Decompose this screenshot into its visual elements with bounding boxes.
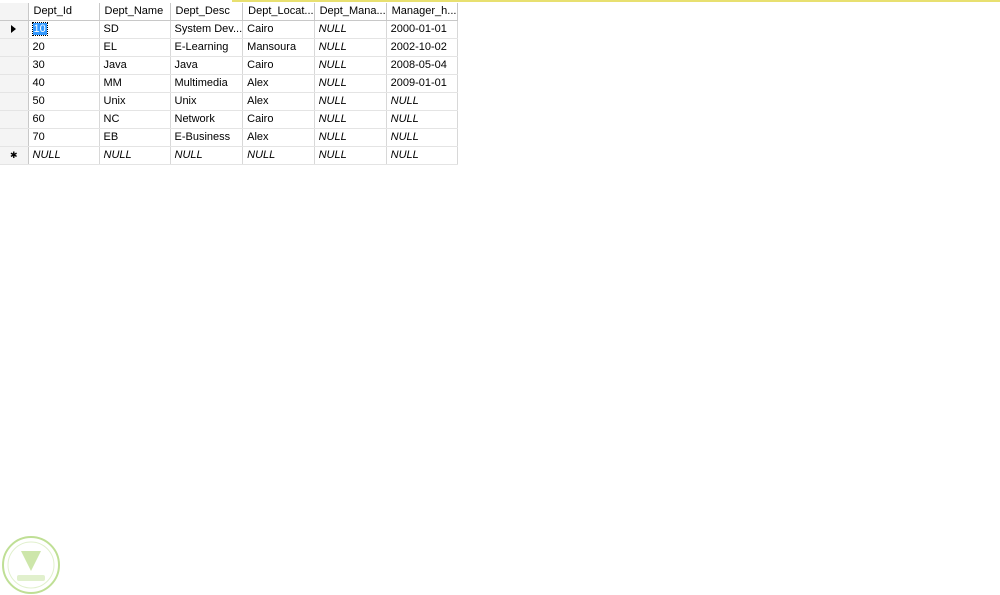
column-header-dept-id[interactable]: Dept_Id (28, 3, 100, 21)
cell[interactable]: EL (99, 38, 171, 57)
cell[interactable]: Alex (242, 128, 315, 147)
row-header[interactable]: ✱ (0, 146, 29, 165)
cell[interactable]: 50 (28, 92, 100, 111)
table-row[interactable]: 30 Java Java Cairo NULL 2008-05-04 (0, 56, 458, 75)
cell[interactable]: 20 (28, 38, 100, 57)
column-header-dept-manager[interactable]: Dept_Mana... (314, 3, 387, 21)
table-row[interactable]: 60 NC Network Cairo NULL NULL (0, 110, 458, 129)
row-header[interactable] (0, 74, 29, 93)
table-row[interactable]: 10 SD System Dev... Cairo NULL 2000-01-0… (0, 20, 458, 39)
cell[interactable]: NULL (314, 20, 387, 39)
results-grid[interactable]: Dept_Id Dept_Name Dept_Desc Dept_Locat..… (0, 3, 458, 165)
cell[interactable]: NULL (314, 38, 387, 57)
table-row[interactable]: 20 EL E-Learning Mansoura NULL 2002-10-0… (0, 38, 458, 57)
cell[interactable]: Network (170, 110, 244, 129)
cell[interactable]: SD (99, 20, 171, 39)
cell[interactable]: NULL (99, 146, 171, 165)
watermark-logo-icon (2, 536, 60, 594)
table-row[interactable]: 70 EB E-Business Alex NULL NULL (0, 128, 458, 147)
asterisk-icon: ✱ (9, 150, 18, 160)
cell[interactable]: Unix (99, 92, 171, 111)
cell[interactable]: Mansoura (242, 38, 315, 57)
cell[interactable]: NULL (314, 128, 387, 147)
row-header[interactable] (0, 110, 29, 129)
cell[interactable]: NULL (314, 92, 387, 111)
cell[interactable]: 30 (28, 56, 100, 75)
row-header[interactable] (0, 20, 29, 39)
cell[interactable]: NULL (386, 146, 458, 165)
table-row[interactable]: 50 Unix Unix Alex NULL NULL (0, 92, 458, 111)
cell[interactable]: NULL (314, 146, 387, 165)
table-row[interactable]: 40 MM Multimedia Alex NULL 2009-01-01 (0, 74, 458, 93)
header-row: Dept_Id Dept_Name Dept_Desc Dept_Locat..… (0, 3, 458, 21)
cell[interactable]: NULL (386, 128, 458, 147)
cell[interactable]: Java (170, 56, 244, 75)
top-accent-bar (232, 0, 1000, 2)
cell[interactable]: NULL (28, 146, 100, 165)
cell[interactable]: NULL (170, 146, 244, 165)
cell[interactable]: 2009-01-01 (386, 74, 458, 93)
cell[interactable]: E-Learning (170, 38, 244, 57)
new-row[interactable]: ✱ NULL NULL NULL NULL NULL NULL (0, 146, 458, 165)
row-header[interactable] (0, 128, 29, 147)
cell[interactable]: NULL (314, 110, 387, 129)
cell[interactable]: Java (99, 56, 171, 75)
cell[interactable]: Cairo (242, 20, 315, 39)
cell[interactable]: Unix (170, 92, 244, 111)
cell[interactable]: NULL (314, 56, 387, 75)
cell[interactable]: 60 (28, 110, 100, 129)
cell[interactable]: Multimedia (170, 74, 244, 93)
cell[interactable]: Alex (242, 92, 315, 111)
cell[interactable]: 70 (28, 128, 100, 147)
cell[interactable]: NULL (314, 74, 387, 93)
column-header-dept-name[interactable]: Dept_Name (99, 3, 171, 21)
column-header-manager-hiredate[interactable]: Manager_h... (386, 3, 458, 21)
triangle-right-icon (11, 25, 17, 34)
cell[interactable]: 2008-05-04 (386, 56, 458, 75)
row-header[interactable] (0, 38, 29, 57)
corner-cell[interactable] (0, 3, 29, 21)
cell[interactable]: EB (99, 128, 171, 147)
cell[interactable]: System Dev... (170, 20, 244, 39)
cell[interactable]: Cairo (242, 56, 315, 75)
cell[interactable]: NULL (386, 110, 458, 129)
cell[interactable]: 2000-01-01 (386, 20, 458, 39)
cell[interactable]: NULL (242, 146, 315, 165)
row-header[interactable] (0, 56, 29, 75)
cell[interactable]: Alex (242, 74, 315, 93)
cell[interactable]: E-Business (170, 128, 244, 147)
cell[interactable]: 10 (28, 20, 100, 39)
column-header-dept-desc[interactable]: Dept_Desc (170, 3, 244, 21)
row-header[interactable] (0, 92, 29, 111)
selected-cell-text[interactable]: 10 (31, 22, 48, 36)
cell[interactable]: MM (99, 74, 171, 93)
cell[interactable]: NULL (386, 92, 458, 111)
cell[interactable]: 2002-10-02 (386, 38, 458, 57)
cell[interactable]: 40 (28, 74, 100, 93)
cell[interactable]: NC (99, 110, 171, 129)
cell[interactable]: Cairo (242, 110, 315, 129)
column-header-dept-location[interactable]: Dept_Locat... (242, 3, 315, 21)
